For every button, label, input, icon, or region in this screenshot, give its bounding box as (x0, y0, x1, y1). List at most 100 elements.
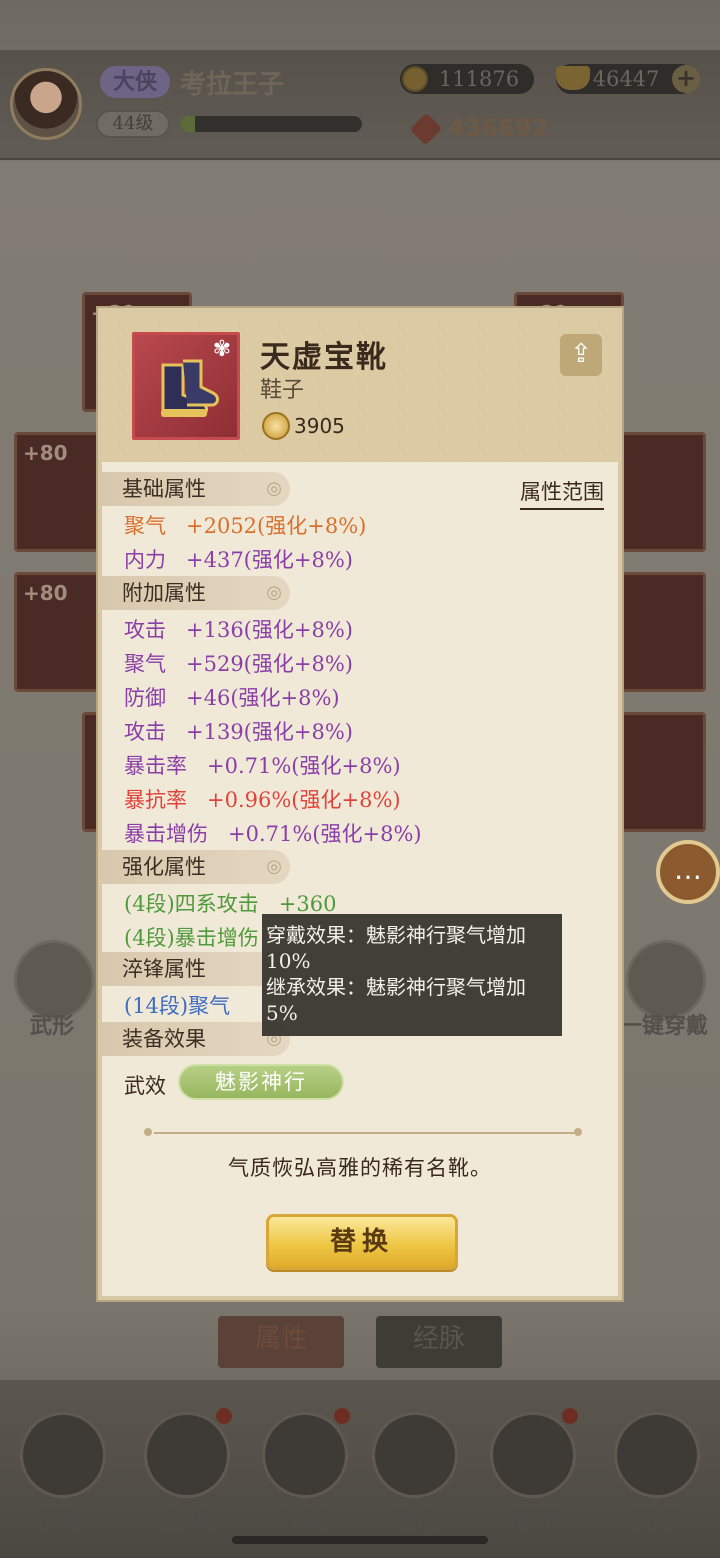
nav-label: 主城 (160, 1506, 213, 1536)
divider-dot (574, 1128, 582, 1136)
player-rank-badge: 大侠 (100, 66, 170, 98)
add-currency-icon[interactable]: + (672, 65, 700, 93)
nav-main-city[interactable]: 主城 (132, 1400, 242, 1550)
player-level: 44级 (96, 110, 170, 138)
swirl-icon: ◎ (266, 856, 282, 877)
section-title: 附加属性 (122, 581, 206, 605)
nav-label: 历练 (36, 1506, 89, 1536)
attribute-value: +0.71%(强化+8%) (228, 822, 422, 846)
section-basic-attributes: 基础属性 ◎ (102, 472, 290, 506)
home-indicator[interactable] (232, 1536, 488, 1544)
attribute-name: 暴击率 (124, 754, 187, 778)
swirl-icon: ◎ (266, 478, 282, 499)
notification-dot (216, 1408, 232, 1424)
attribute-value: +529(强化+8%) (186, 652, 353, 676)
attribute-name: 聚气 (124, 514, 166, 538)
attribute-name: (4段)四系攻击 (124, 892, 259, 916)
notification-dot (334, 1408, 350, 1424)
attribute-name: 攻击 (124, 720, 166, 744)
attribute-row: 聚气 +529(强化+8%) (124, 648, 353, 678)
section-title: 强化属性 (122, 855, 206, 879)
attribute-name: (14段)聚气 (124, 994, 231, 1018)
attribute-value: +360 (278, 892, 337, 916)
chat-icon[interactable]: … (656, 840, 720, 904)
flower-icon: ✾ (212, 337, 232, 362)
attribute-value: +0.96%(强化+8%) (207, 788, 401, 812)
attribute-name: 内力 (124, 548, 166, 572)
attribute-row: 暴击增伤 +0.71%(强化+8%) (124, 818, 422, 848)
nav-martial-arts[interactable]: 武学 (602, 1400, 712, 1550)
guild-icon (490, 1412, 576, 1498)
attribute-row: 聚气 +2052(强化+8%) (124, 510, 366, 540)
attribute-value: +46(强化+8%) (186, 686, 340, 710)
attribute-value: +437(强化+8%) (186, 548, 353, 572)
section-title: 淬锋属性 (122, 957, 206, 981)
divider (154, 1132, 574, 1134)
slot-plus-level: +80 (23, 441, 68, 465)
score-icon (262, 412, 290, 440)
attribute-value: +136(强化+8%) (186, 618, 353, 642)
attribute-row: (14段)聚气 (124, 990, 250, 1020)
popup-header: ✾ 天虚宝靴 鞋子 3905 ⇪ (102, 312, 618, 462)
attribute-name: 攻击 (124, 618, 166, 642)
attribute-row: 暴抗率 +0.96%(强化+8%) (124, 784, 401, 814)
item-score: 3905 (294, 414, 345, 438)
nav-label: 武学 (630, 1506, 683, 1536)
slot-plus-level: +80 (23, 581, 68, 605)
share-button[interactable]: ⇪ (560, 334, 602, 376)
jianghu-icon (262, 1412, 348, 1498)
scroll-icon (614, 1412, 700, 1498)
tooltip-line: 继承效果：魅影神行聚气增加5% (266, 975, 526, 1025)
attribute-row: 内力 +437(强化+8%) (124, 544, 353, 574)
training-icon (20, 1412, 106, 1498)
nav-character[interactable]: 角色 (360, 1400, 470, 1550)
character-icon (372, 1412, 458, 1498)
attribute-value: +139(强化+8%) (186, 720, 353, 744)
attribute-value: +2052(强化+8%) (186, 514, 367, 538)
tab-attributes[interactable]: 属性 (218, 1316, 344, 1368)
attribute-name: 暴击增伤 (124, 822, 208, 846)
attribute-row: (4段)暴击增伤 (124, 922, 279, 952)
notification-dot (562, 1408, 578, 1424)
tooltip-line: 穿戴效果：魅影神行聚气增加10% (266, 923, 526, 973)
nav-label: 江湖 (278, 1506, 331, 1536)
replace-button[interactable]: 替换 (266, 1214, 458, 1270)
attribute-range-link[interactable]: 属性范围 (520, 476, 604, 510)
equip-all-label: 一键穿戴 (620, 1013, 709, 1039)
item-description: 气质恢弘高雅的稀有名靴。 (228, 1156, 492, 1180)
section-title: 装备效果 (122, 1027, 206, 1051)
tab-meridians[interactable]: 经脉 (376, 1316, 502, 1368)
attribute-name: 防御 (124, 686, 166, 710)
wuxiao-chip[interactable]: 魅影神行 (178, 1064, 344, 1100)
item-name: 天虚宝靴 (260, 340, 388, 375)
attribute-row: 暴击率 +0.71%(强化+8%) (124, 750, 401, 780)
attribute-value: +0.71%(强化+8%) (207, 754, 401, 778)
power-value: 436692 (448, 114, 549, 142)
attribute-name: (4段)暴击增伤 (124, 926, 259, 950)
item-type: 鞋子 (260, 378, 305, 403)
exp-bar-fill (180, 116, 195, 132)
attribute-row: 攻击 +136(强化+8%) (124, 614, 353, 644)
player-avatar[interactable] (10, 68, 82, 140)
player-name: 考拉王子 (180, 70, 285, 100)
effect-tooltip: 穿戴效果：魅影神行聚气增加10% 继承效果：魅影神行聚气增加5% (262, 914, 562, 1036)
item-icon-frame: ✾ (132, 332, 240, 440)
nav-training[interactable]: 历练 (8, 1400, 118, 1550)
attribute-name: 暴抗率 (124, 788, 187, 812)
nav-label: 角色 (388, 1506, 441, 1536)
martial-form-label: 武形 (30, 1013, 75, 1039)
city-icon (144, 1412, 230, 1498)
exp-bar (180, 116, 362, 132)
nav-guild[interactable]: 帮派 (478, 1400, 588, 1550)
nav-jianghu[interactable]: 江湖 (250, 1400, 360, 1550)
section-enhance-attributes: 强化属性 ◎ (102, 850, 290, 884)
ingot-icon (556, 66, 590, 90)
swirl-icon: ◎ (266, 582, 282, 603)
ingot-value: 46447 (592, 67, 660, 91)
attribute-name: 聚气 (124, 652, 166, 676)
copper-value: 111876 (438, 67, 520, 91)
divider-dot (144, 1128, 152, 1136)
wuxiao-label: 武效 (124, 1074, 166, 1098)
attribute-row: 攻击 +139(强化+8%) (124, 716, 353, 746)
section-extra-attributes: 附加属性 ◎ (102, 576, 290, 610)
